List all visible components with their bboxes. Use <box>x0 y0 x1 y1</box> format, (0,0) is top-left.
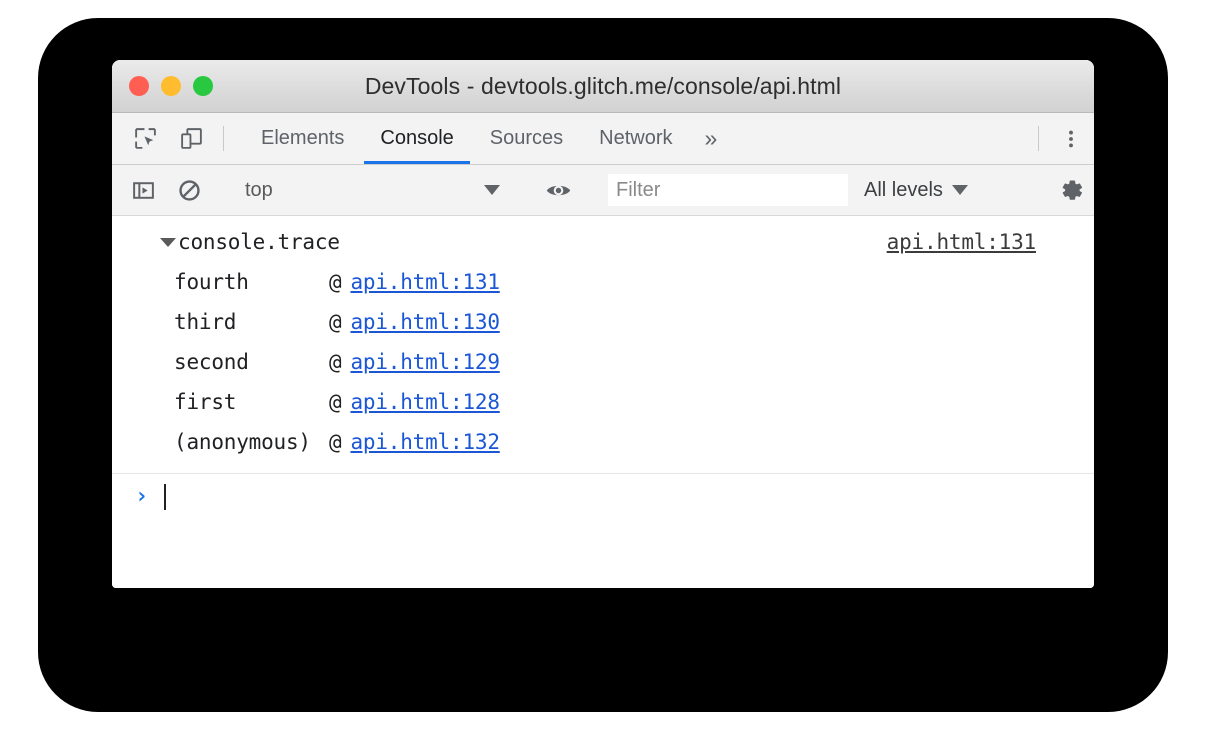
device-toolbar-icon <box>179 126 204 151</box>
console-sidebar-toggle[interactable] <box>120 178 166 203</box>
clear-console-icon <box>177 178 202 203</box>
more-tabs-button[interactable]: » <box>691 113 732 164</box>
tab-elements[interactable]: Elements <box>243 113 362 164</box>
minimize-button[interactable] <box>161 76 181 96</box>
tab-sources[interactable]: Sources <box>472 113 581 164</box>
frame-function: fourth <box>174 270 329 294</box>
more-vertical-icon <box>1060 128 1082 150</box>
frame-link[interactable]: api.html:130 <box>350 310 499 334</box>
frame-link[interactable]: api.html:129 <box>350 350 499 374</box>
frame-function: first <box>174 390 329 414</box>
frame-at-sign: @ <box>329 310 341 334</box>
stack-frame: third @ api.html:130 <box>112 302 1094 342</box>
trace-source-link[interactable]: api.html:131 <box>887 230 1036 254</box>
tabbar-divider <box>223 126 224 151</box>
chevron-down-icon <box>952 185 968 195</box>
tabbar-right-controls <box>1029 113 1094 164</box>
inspect-element-button[interactable] <box>122 113 168 164</box>
inspect-element-icon <box>133 126 158 151</box>
frame-at-sign: @ <box>329 390 341 414</box>
collapse-triangle-icon[interactable] <box>160 238 176 247</box>
text-cursor <box>164 484 166 510</box>
close-button[interactable] <box>129 76 149 96</box>
console-output: console.trace api.html:131 fourth @ api.… <box>112 216 1094 588</box>
tab-elements-label: Elements <box>261 127 344 150</box>
trace-group-header[interactable]: console.trace api.html:131 <box>112 222 1094 262</box>
gear-icon <box>1058 177 1085 204</box>
frame-link[interactable]: api.html:132 <box>350 430 499 454</box>
zoom-button[interactable] <box>193 76 213 96</box>
console-prompt[interactable]: › <box>112 474 1094 520</box>
clear-console-button[interactable] <box>166 178 212 203</box>
devtools-menu-button[interactable] <box>1048 113 1094 164</box>
frame-link[interactable]: api.html:131 <box>350 270 499 294</box>
tab-console[interactable]: Console <box>362 113 471 164</box>
device-toolbar-button[interactable] <box>168 113 214 164</box>
traffic-lights <box>129 76 213 96</box>
log-level-label: All levels <box>864 179 943 202</box>
tabbar-right-divider <box>1038 126 1039 151</box>
frame-function: (anonymous) <box>174 430 329 454</box>
trace-group-title: console.trace <box>178 230 340 254</box>
frame-function: second <box>174 350 329 374</box>
window-titlebar: DevTools - devtools.glitch.me/console/ap… <box>112 60 1094 113</box>
more-tabs-label: » <box>705 125 718 152</box>
console-toolbar: top All levels <box>112 165 1094 216</box>
devtools-tabbar: Elements Console Sources Network » <box>112 113 1094 165</box>
window-title: DevTools - devtools.glitch.me/console/ap… <box>112 73 1094 100</box>
frame-at-sign: @ <box>329 270 341 294</box>
console-settings-button[interactable] <box>1048 177 1094 204</box>
filter-input[interactable] <box>608 174 848 206</box>
frame-at-sign: @ <box>329 350 341 374</box>
console-toolbar-right <box>1029 177 1094 204</box>
panel-tabs: Elements Console Sources Network » <box>243 113 731 164</box>
stack-frame: (anonymous) @ api.html:132 <box>112 422 1094 462</box>
tab-sources-label: Sources <box>490 127 563 150</box>
frame-function: third <box>174 310 329 334</box>
show-console-sidebar-icon <box>131 178 156 203</box>
devtools-window: DevTools - devtools.glitch.me/console/ap… <box>112 60 1094 588</box>
tab-network[interactable]: Network <box>581 113 690 164</box>
log-level-selector[interactable]: All levels <box>864 179 968 202</box>
prompt-chevron-icon: › <box>135 486 148 508</box>
tab-network-label: Network <box>599 127 672 150</box>
frame-link[interactable]: api.html:128 <box>350 390 499 414</box>
frame-at-sign: @ <box>329 430 341 454</box>
chevron-down-icon <box>484 185 500 195</box>
execution-context-selector[interactable]: top <box>231 165 516 215</box>
stack-frame: fourth @ api.html:131 <box>112 262 1094 302</box>
live-expression-button[interactable] <box>535 177 581 204</box>
stack-frame: first @ api.html:128 <box>112 382 1094 422</box>
stack-frame: second @ api.html:129 <box>112 342 1094 382</box>
tab-console-label: Console <box>380 127 453 150</box>
live-expression-eye-icon <box>545 177 572 204</box>
execution-context-value: top <box>245 179 273 202</box>
console-trace-group: console.trace api.html:131 fourth @ api.… <box>112 216 1094 462</box>
